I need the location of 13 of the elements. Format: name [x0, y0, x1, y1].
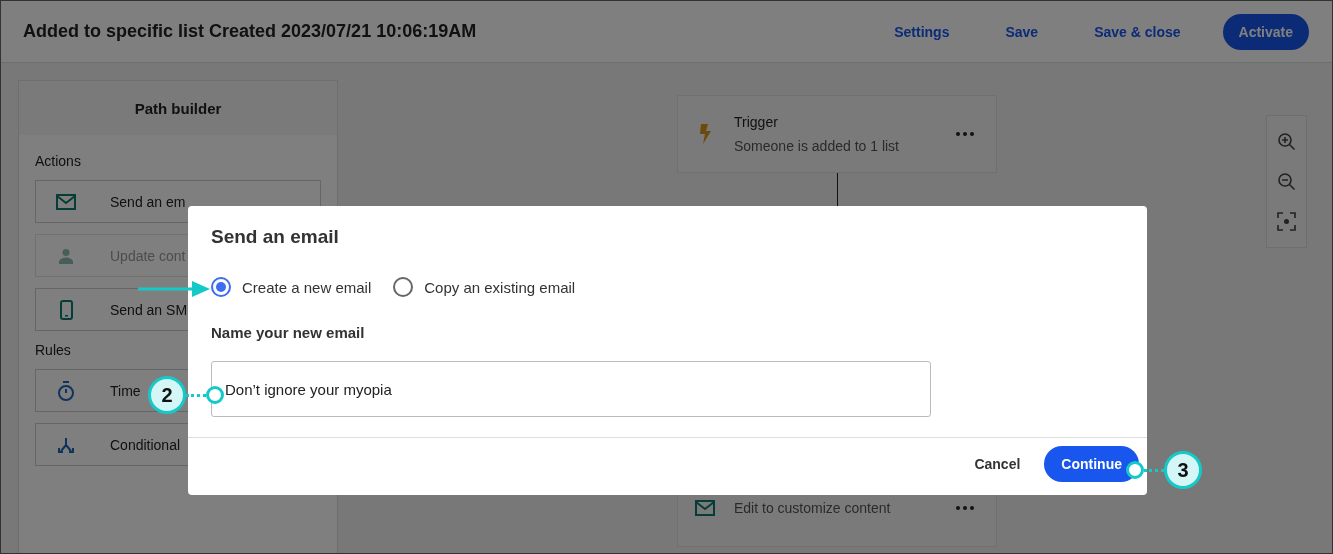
- card-title: Trigger: [734, 114, 779, 130]
- item-label: Time: [110, 382, 141, 399]
- item-label: Conditional: [110, 436, 181, 453]
- card-subtitle: Someone is added to 1 list: [734, 138, 900, 154]
- section-heading: Rules: [35, 342, 72, 358]
- page-title: Added to specific list Created 2023/07/21 10:06:19AM: [23, 21, 477, 42]
- step-badge: 3: [1164, 451, 1202, 489]
- item-label: Send an em: [110, 193, 186, 210]
- panel-title: Path builder: [19, 81, 337, 135]
- option-label: Copy an existing email: [424, 278, 576, 296]
- section-heading: Actions: [35, 153, 82, 169]
- item-label: Send an SM: [110, 301, 188, 318]
- card-subtitle: Edit to customize content: [734, 500, 892, 516]
